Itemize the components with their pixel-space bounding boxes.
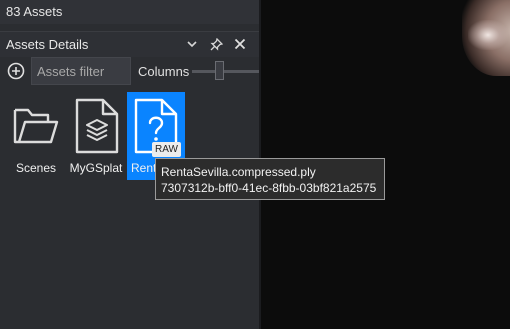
raw-badge: RAW bbox=[152, 142, 181, 157]
asset-label: Scenes bbox=[15, 161, 57, 175]
columns-slider-thumb[interactable] bbox=[215, 61, 224, 80]
panel-header: Assets Details bbox=[0, 31, 259, 57]
viewport-splat-highlight bbox=[468, 20, 508, 50]
asset-count-title: 83 Assets bbox=[0, 0, 259, 24]
assets-toolbar: Columns bbox=[0, 57, 259, 87]
asset-item-scenes[interactable]: Scenes bbox=[7, 92, 65, 180]
columns-label: Columns bbox=[138, 64, 190, 79]
tooltip-asset-id: 7307312b-bff0-41ec-8fbb-03bf821a2575 bbox=[161, 181, 377, 195]
stack-file-icon bbox=[75, 98, 119, 154]
asset-item-mygsplat[interactable]: MyGSplat bbox=[67, 92, 125, 180]
folder-icon bbox=[13, 108, 59, 144]
asset-label: MyGSplat bbox=[69, 161, 123, 175]
chevron-down-icon[interactable] bbox=[184, 36, 200, 52]
tooltip-filename: RentaSevilla.compressed.ply bbox=[161, 165, 316, 179]
pin-icon[interactable] bbox=[208, 36, 224, 52]
add-asset-button[interactable] bbox=[7, 62, 25, 80]
panel-title: Assets Details bbox=[6, 37, 89, 52]
asset-tooltip: RentaSevilla.compressed.ply 7307312b-bff… bbox=[155, 158, 385, 200]
close-icon[interactable] bbox=[232, 36, 248, 52]
assets-filter-input[interactable] bbox=[31, 57, 131, 85]
columns-slider[interactable] bbox=[192, 70, 259, 73]
